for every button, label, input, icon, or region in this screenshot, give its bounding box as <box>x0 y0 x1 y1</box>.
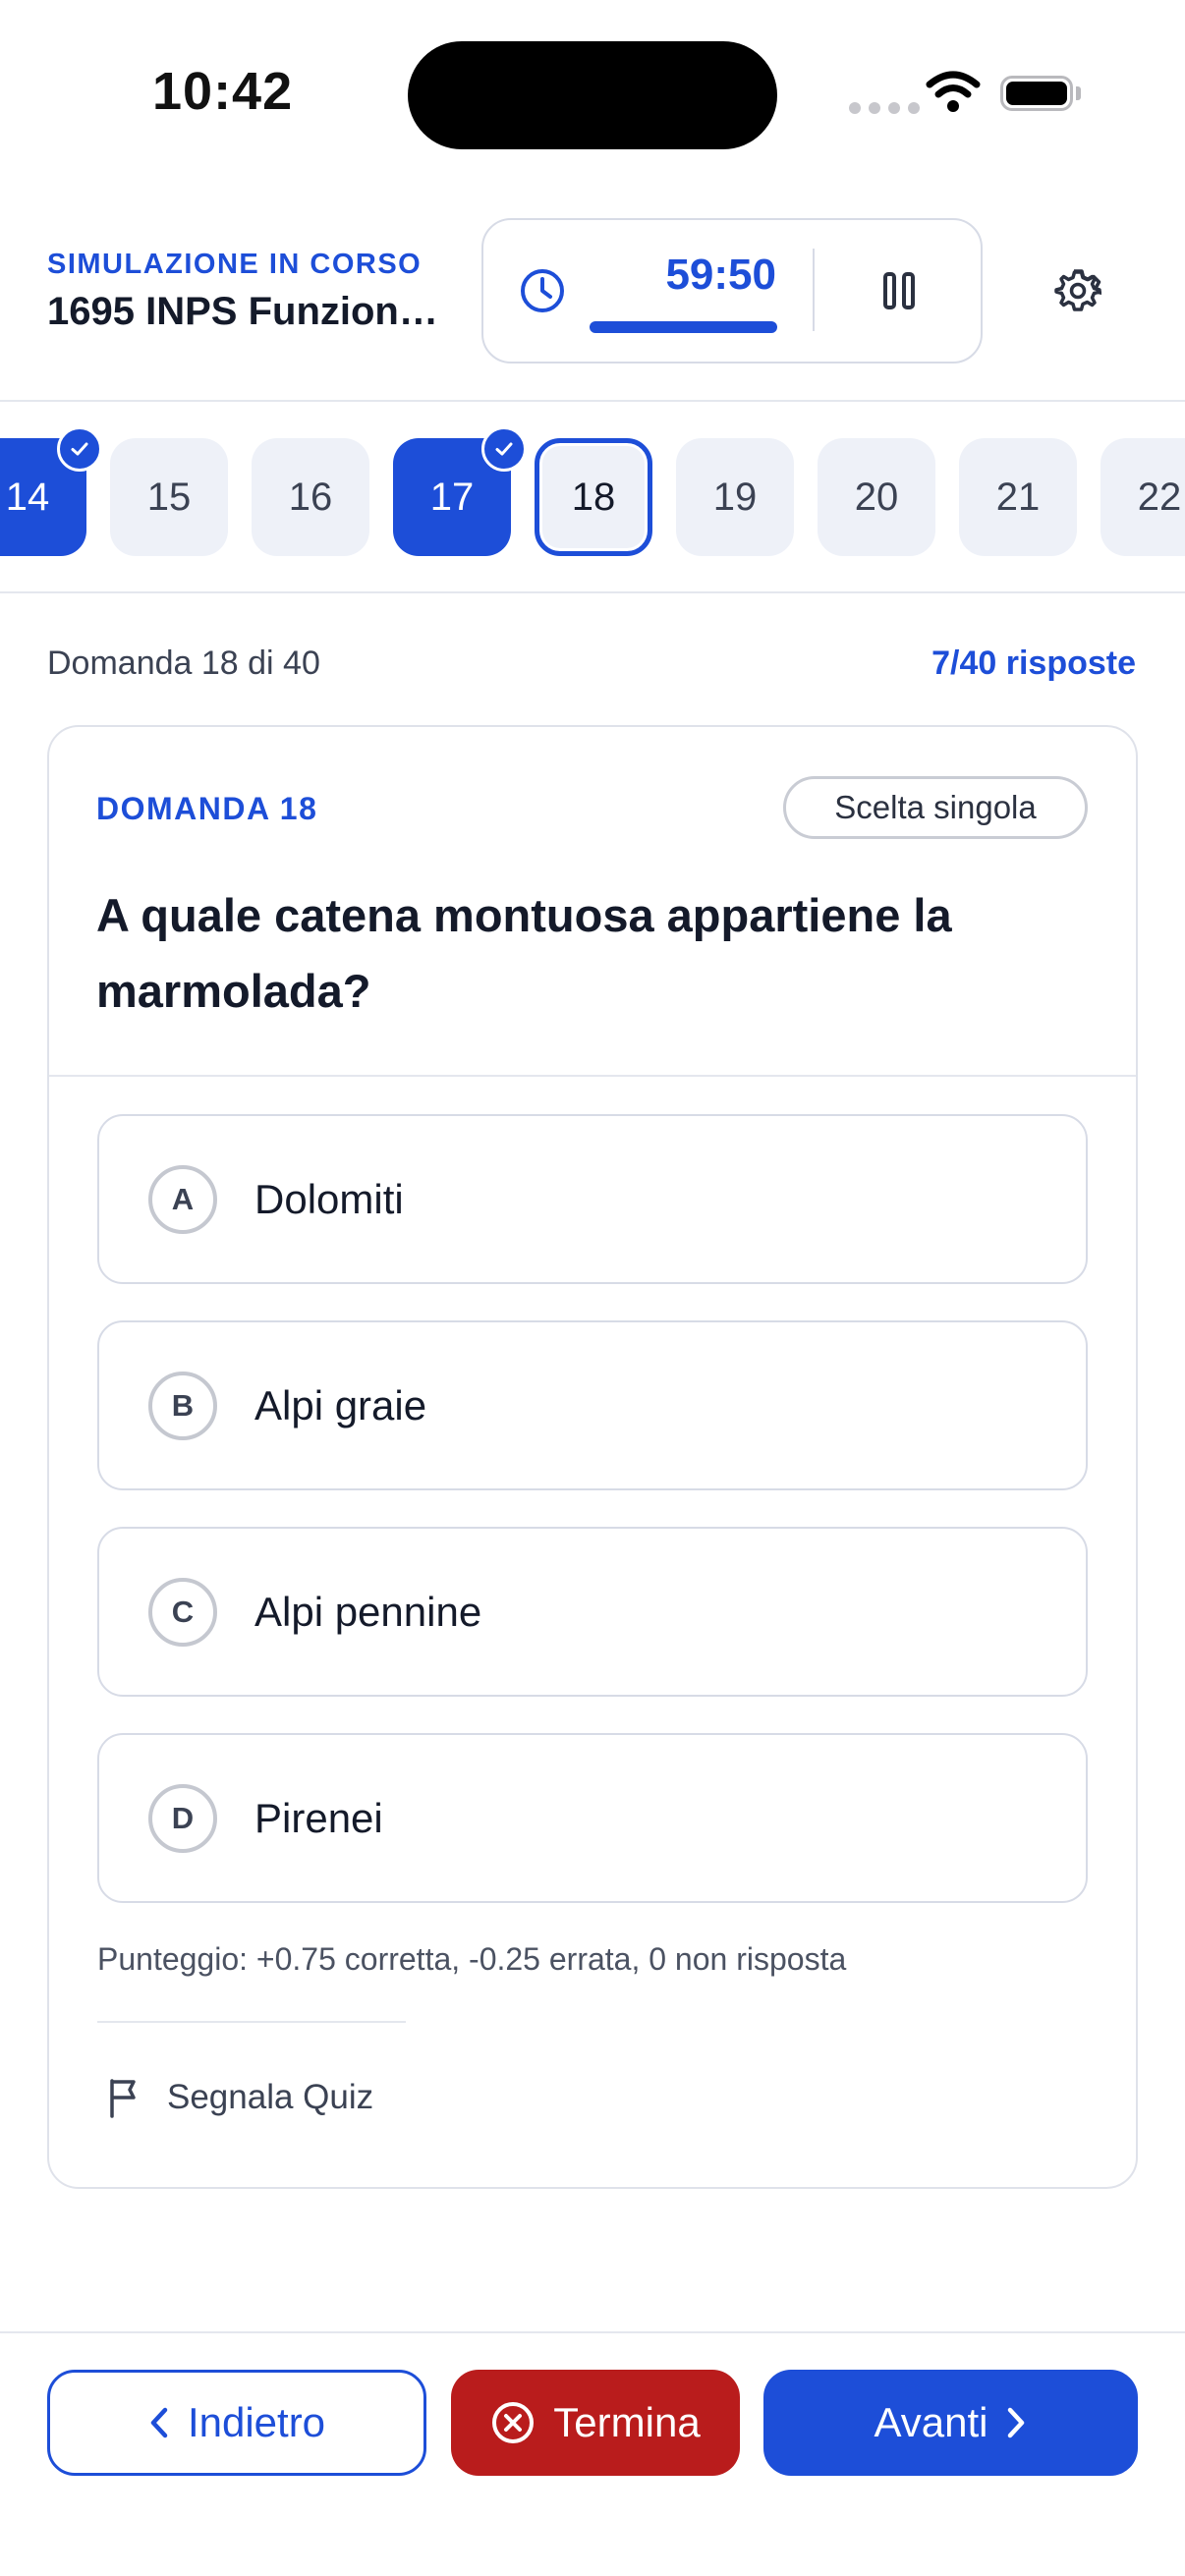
chevron-left-icon <box>150 2407 168 2438</box>
scoring-info: Punteggio: +0.75 corretta, -0.25 errata,… <box>97 1941 847 1977</box>
question-nav-button[interactable]: 19 <box>676 438 794 556</box>
back-button[interactable]: Indietro <box>47 2370 426 2476</box>
close-circle-icon <box>492 2402 535 2443</box>
question-nav-button[interactable]: 16 <box>252 438 369 556</box>
next-button[interactable]: Avanti <box>763 2370 1138 2476</box>
option-text: Pirenei <box>254 1795 383 1841</box>
quiz-title: 1695 INPS Funzionario <box>47 290 450 333</box>
battery-cap <box>1076 86 1081 100</box>
timer-value: 59:50 <box>665 251 776 299</box>
dynamic-island <box>408 41 777 149</box>
answer-option-d[interactable]: D Pirenei <box>97 1733 1088 1903</box>
report-quiz-label: Segnala Quiz <box>167 2078 374 2116</box>
option-letter: B <box>148 1372 217 1440</box>
question-text: A quale catena montuosa appartiene la ma… <box>96 889 952 1017</box>
question-number-label: DOMANDA 18 <box>96 791 318 826</box>
option-letter: C <box>148 1578 217 1647</box>
card-divider <box>49 1075 1136 1077</box>
question-nav-button[interactable]: 22 <box>1100 438 1185 556</box>
report-quiz-button[interactable]: Segnala Quiz <box>106 2077 373 2118</box>
chevron-right-icon <box>1008 2407 1025 2438</box>
option-text: Dolomiti <box>254 1176 404 1222</box>
end-quiz-label: Termina <box>553 2399 701 2445</box>
answered-check-icon <box>481 426 527 472</box>
pause-icon[interactable] <box>882 271 916 310</box>
wifi-icon <box>926 71 981 112</box>
footer-divider <box>0 2331 1185 2333</box>
answered-count: 7/40 risposte <box>931 644 1136 682</box>
option-text: Alpi graie <box>254 1382 427 1428</box>
option-text: Alpi pennine <box>254 1589 482 1635</box>
option-letter: D <box>148 1784 217 1853</box>
header-divider <box>0 400 1185 402</box>
answered-check-icon <box>57 426 102 472</box>
timer-progress-bar <box>590 321 777 333</box>
answer-option-a[interactable]: A Dolomiti <box>97 1114 1088 1284</box>
scoring-divider <box>97 2021 406 2023</box>
strip-divider <box>0 591 1185 593</box>
timer-divider <box>813 249 815 331</box>
question-position: Domanda 18 di 40 <box>47 644 320 682</box>
cellular-signal-icon <box>849 102 920 114</box>
battery-icon <box>1000 76 1073 111</box>
back-button-label: Indietro <box>187 2399 326 2445</box>
session-status-label: SIMULAZIONE IN CORSO <box>47 249 423 280</box>
end-quiz-button[interactable]: Termina <box>451 2370 740 2476</box>
question-nav-button[interactable]: 15 <box>110 438 228 556</box>
flag-icon <box>110 2079 136 2118</box>
answer-option-b[interactable]: B Alpi graie <box>97 1320 1088 1490</box>
status-time: 10:42 <box>152 62 294 121</box>
settings-gear-icon[interactable] <box>1054 267 1101 314</box>
option-letter: A <box>148 1165 217 1234</box>
question-type-badge: Scelta singola <box>783 776 1088 839</box>
question-nav-button[interactable]: 20 <box>818 438 935 556</box>
clock-icon <box>521 269 564 312</box>
question-nav-button[interactable]: 18 <box>535 438 652 556</box>
answer-option-c[interactable]: C Alpi pennine <box>97 1527 1088 1697</box>
next-button-label: Avanti <box>874 2399 988 2445</box>
question-nav-button[interactable]: 21 <box>959 438 1077 556</box>
